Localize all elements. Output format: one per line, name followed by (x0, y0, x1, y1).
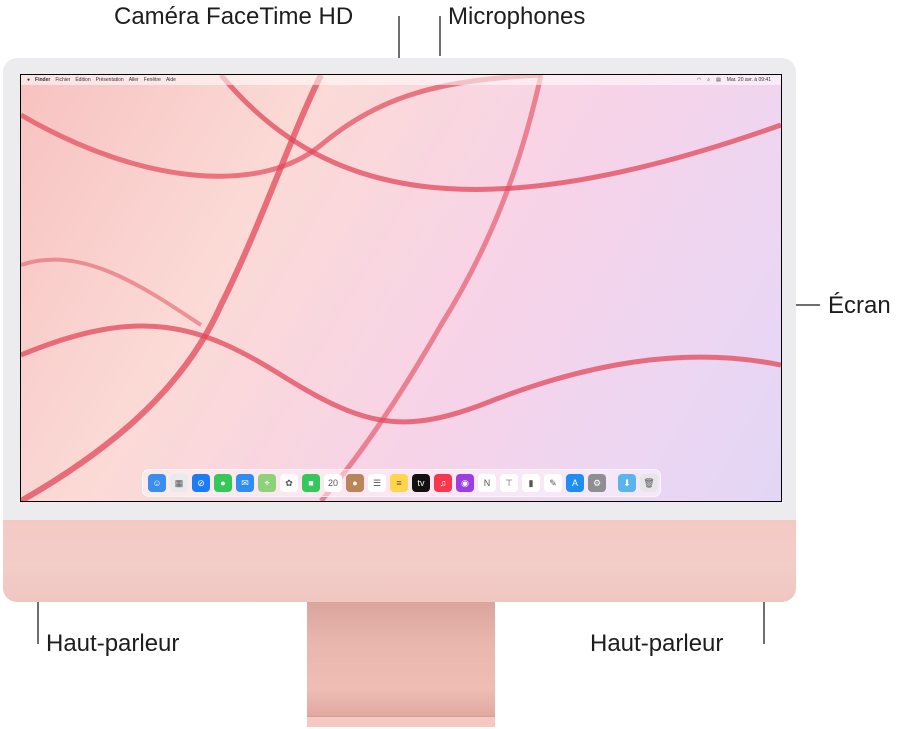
launchpad-icon[interactable]: ▦ (170, 474, 188, 492)
screen: ● Finder Fichier Édition Présentation Al… (20, 74, 782, 502)
camera-callout-label: Caméra FaceTime HD (114, 3, 354, 30)
imac-display: ● Finder Fichier Édition Présentation Al… (3, 58, 796, 602)
app-store-icon[interactable]: A (566, 474, 584, 492)
imac-stand (307, 602, 495, 726)
safari-icon[interactable]: ⊘ (192, 474, 210, 492)
notes-icon[interactable]: ≡ (390, 474, 408, 492)
speaker-right-callout-label: Haut-parleur (590, 630, 724, 657)
numbers-icon[interactable]: ▮ (522, 474, 540, 492)
menu-item-presentation[interactable]: Présentation (96, 75, 124, 85)
menu-item-fenetre[interactable]: Fenêtre (144, 75, 161, 85)
menu-item-fichier[interactable]: Fichier (55, 75, 70, 85)
trash-icon[interactable]: 🗑 (640, 474, 658, 492)
system-preferences-icon[interactable]: ⚙ (588, 474, 606, 492)
search-icon[interactable]: ⌕ (707, 75, 710, 85)
menu-bar-clock[interactable]: Mar. 20 avr. à 09:41 (727, 75, 771, 85)
menu-item-finder[interactable]: Finder (35, 75, 50, 85)
calendar-icon[interactable]: 20 (324, 474, 342, 492)
apple-menu-icon[interactable]: ● (27, 75, 30, 85)
tv-icon[interactable]: tv (412, 474, 430, 492)
camera-leader-line (398, 16, 400, 63)
news-icon[interactable]: N (478, 474, 496, 492)
photos-icon[interactable]: ✿ (280, 474, 298, 492)
menu-item-aller[interactable]: Aller (129, 75, 139, 85)
menu-item-aide[interactable]: Aide (166, 75, 176, 85)
microphones-leader-line (439, 16, 441, 56)
keynote-icon[interactable]: ⊤ (500, 474, 518, 492)
contacts-icon[interactable]: ● (346, 474, 364, 492)
wallpaper-curves (21, 75, 781, 501)
dock: ☺ ▦ ⊘ ● ✉ ⌖ ✿ ■ 20 ● ☰ ≡ tv ♫ ◉ N ⊤ ▮ ✎ A ⚙ ⬇ 🗑 (142, 469, 661, 497)
messages-icon[interactable]: ● (214, 474, 232, 492)
desktop-wallpaper: ● Finder Fichier Édition Présentation Al… (21, 75, 781, 501)
menu-bar: ● Finder Fichier Édition Présentation Al… (21, 75, 781, 85)
wifi-icon[interactable]: ◠ (697, 75, 701, 85)
imac-stand-foot (307, 716, 495, 727)
music-icon[interactable]: ♫ (434, 474, 452, 492)
speaker-left-leader-line (37, 602, 39, 644)
microphones-callout-label: Microphones (448, 3, 586, 30)
screen-callout-label: Écran (828, 292, 891, 319)
maps-icon[interactable]: ⌖ (258, 474, 276, 492)
podcasts-icon[interactable]: ◉ (456, 474, 474, 492)
downloads-folder-icon[interactable]: ⬇ (618, 474, 636, 492)
mail-icon[interactable]: ✉ (236, 474, 254, 492)
control-center-icon[interactable]: ▤ (716, 75, 721, 85)
speaker-left-callout-label: Haut-parleur (46, 630, 180, 657)
finder-icon[interactable]: ☺ (148, 474, 166, 492)
menu-item-edition[interactable]: Édition (75, 75, 90, 85)
pages-icon[interactable]: ✎ (544, 474, 562, 492)
reminders-icon[interactable]: ☰ (368, 474, 386, 492)
speaker-right-leader-line (763, 602, 765, 644)
facetime-icon[interactable]: ■ (302, 474, 320, 492)
imac-chin (3, 520, 796, 602)
